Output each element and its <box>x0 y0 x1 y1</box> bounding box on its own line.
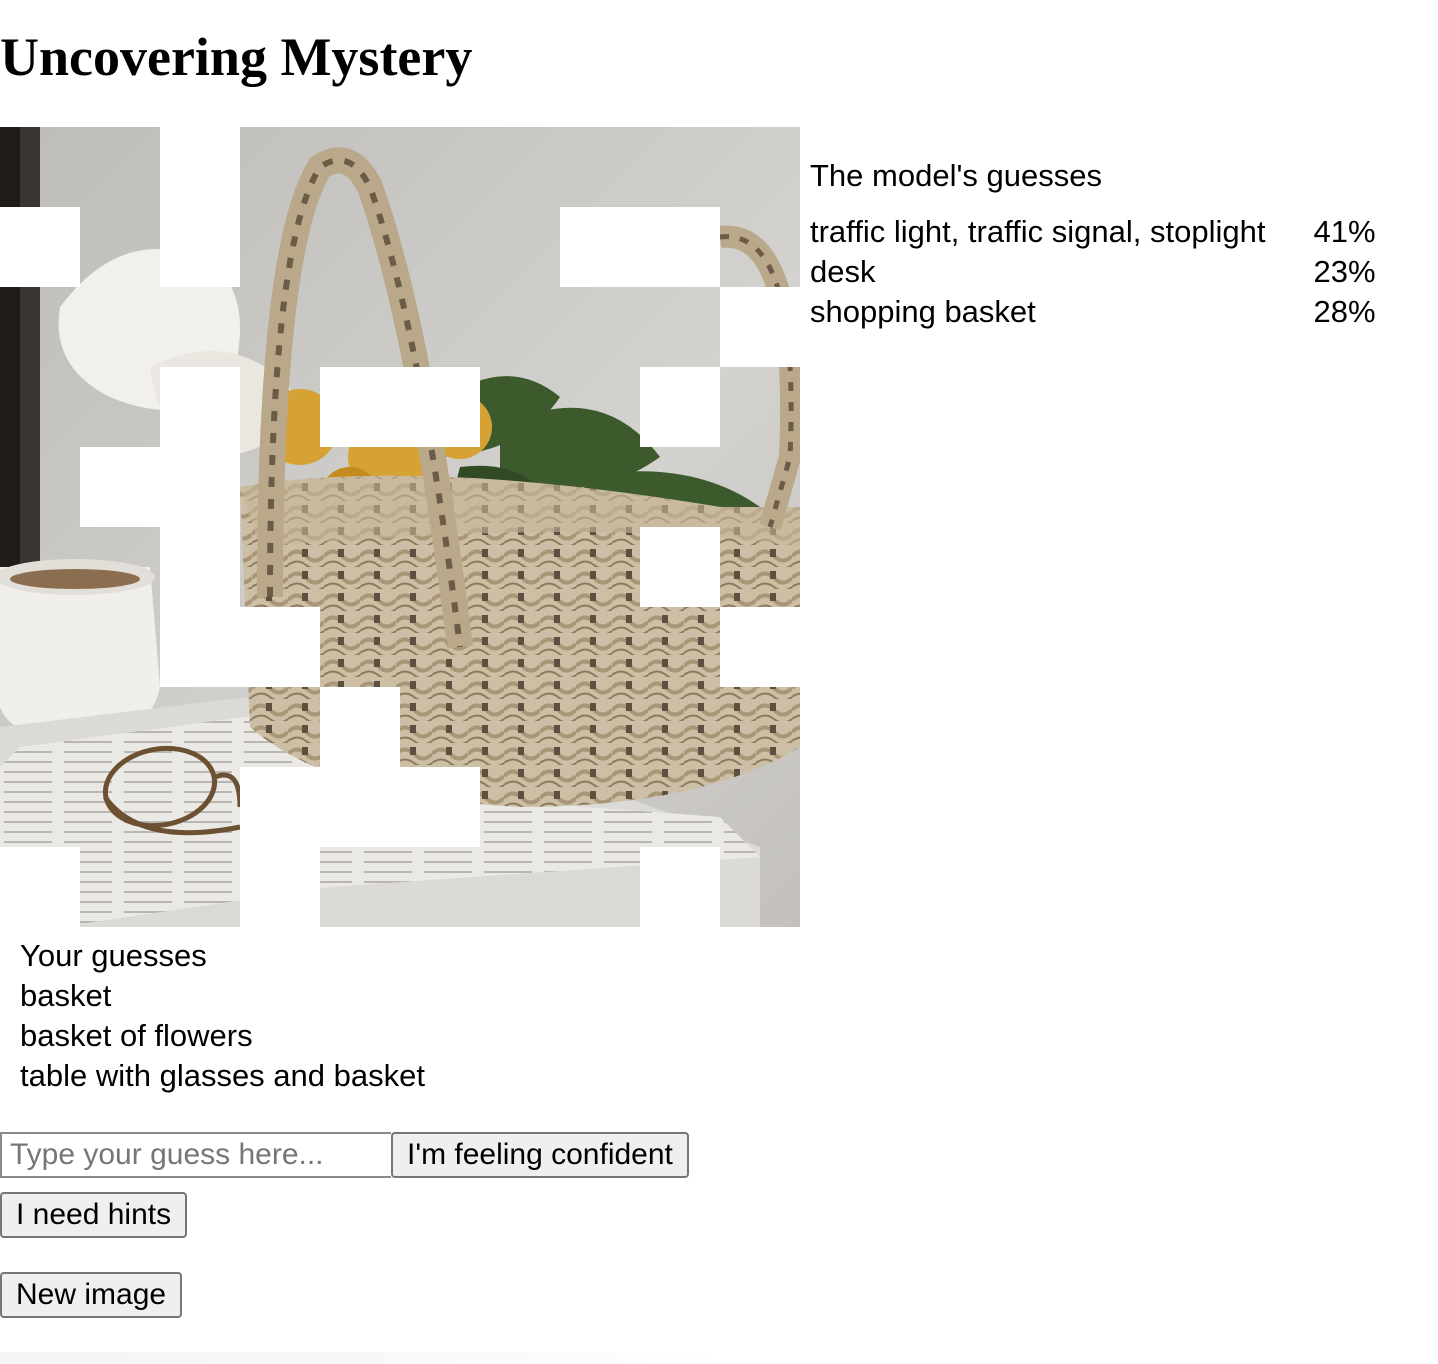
hidden-tile <box>0 847 80 927</box>
model-guesses-panel: The model's guesses traffic light, traff… <box>810 154 1410 332</box>
hidden-tile <box>240 847 320 927</box>
hidden-tile <box>400 767 480 847</box>
hidden-tile <box>160 447 240 527</box>
hidden-tile <box>720 607 800 687</box>
user-guesses-heading: Your guesses <box>20 938 207 973</box>
hidden-tile <box>320 367 400 447</box>
confident-button[interactable]: I'm feeling confident <box>391 1132 689 1178</box>
hidden-tile <box>160 207 240 287</box>
model-guesses-heading: The model's guesses <box>810 158 1102 193</box>
page-title: Uncovering Mystery <box>0 27 473 87</box>
hidden-tile <box>160 127 240 207</box>
hidden-tile <box>400 367 480 447</box>
model-guess-row: shopping basket 28% <box>810 292 1376 332</box>
hidden-tile <box>80 447 160 527</box>
hidden-tile <box>160 607 240 687</box>
model-guess-label: shopping basket <box>810 294 1036 329</box>
hidden-tile <box>560 207 640 287</box>
model-guess-percent: 41% <box>1313 214 1376 249</box>
model-guess-label: traffic light, traffic signal, stoplight <box>810 214 1266 249</box>
hidden-tile <box>0 207 80 287</box>
user-guess-item: table with glasses and basket <box>20 1058 425 1093</box>
hidden-tile <box>640 367 720 447</box>
model-guess-percent: 28% <box>1313 294 1376 329</box>
guess-input[interactable] <box>0 1132 391 1178</box>
hidden-tile <box>320 687 400 767</box>
user-guess-item: basket of flowers <box>20 1018 253 1053</box>
hidden-tile <box>640 207 720 287</box>
hidden-tile <box>240 607 320 687</box>
hidden-tile <box>320 767 400 847</box>
new-image-button[interactable]: New image <box>0 1272 183 1318</box>
page-bottom-divider <box>0 1352 720 1364</box>
hints-button[interactable]: I need hints <box>0 1192 188 1238</box>
model-guess-row: desk 23% <box>810 252 1376 292</box>
model-guess-row: traffic light, traffic signal, stoplight… <box>810 212 1376 252</box>
hidden-tile <box>640 527 720 607</box>
hidden-tile <box>160 527 240 607</box>
puzzle-image <box>0 127 800 927</box>
guess-form: I'm feeling confident <box>0 1132 689 1178</box>
user-guess-item: basket <box>20 978 112 1013</box>
user-guesses-panel: Your guesses basket basket of flowers ta… <box>20 936 425 1096</box>
model-guess-percent: 23% <box>1313 254 1376 289</box>
model-guess-label: desk <box>810 254 876 289</box>
hidden-tile <box>720 287 800 367</box>
hidden-tile <box>240 767 320 847</box>
model-guesses-table: traffic light, traffic signal, stoplight… <box>810 212 1376 332</box>
hidden-tile <box>160 367 240 447</box>
hidden-tile <box>640 847 720 927</box>
